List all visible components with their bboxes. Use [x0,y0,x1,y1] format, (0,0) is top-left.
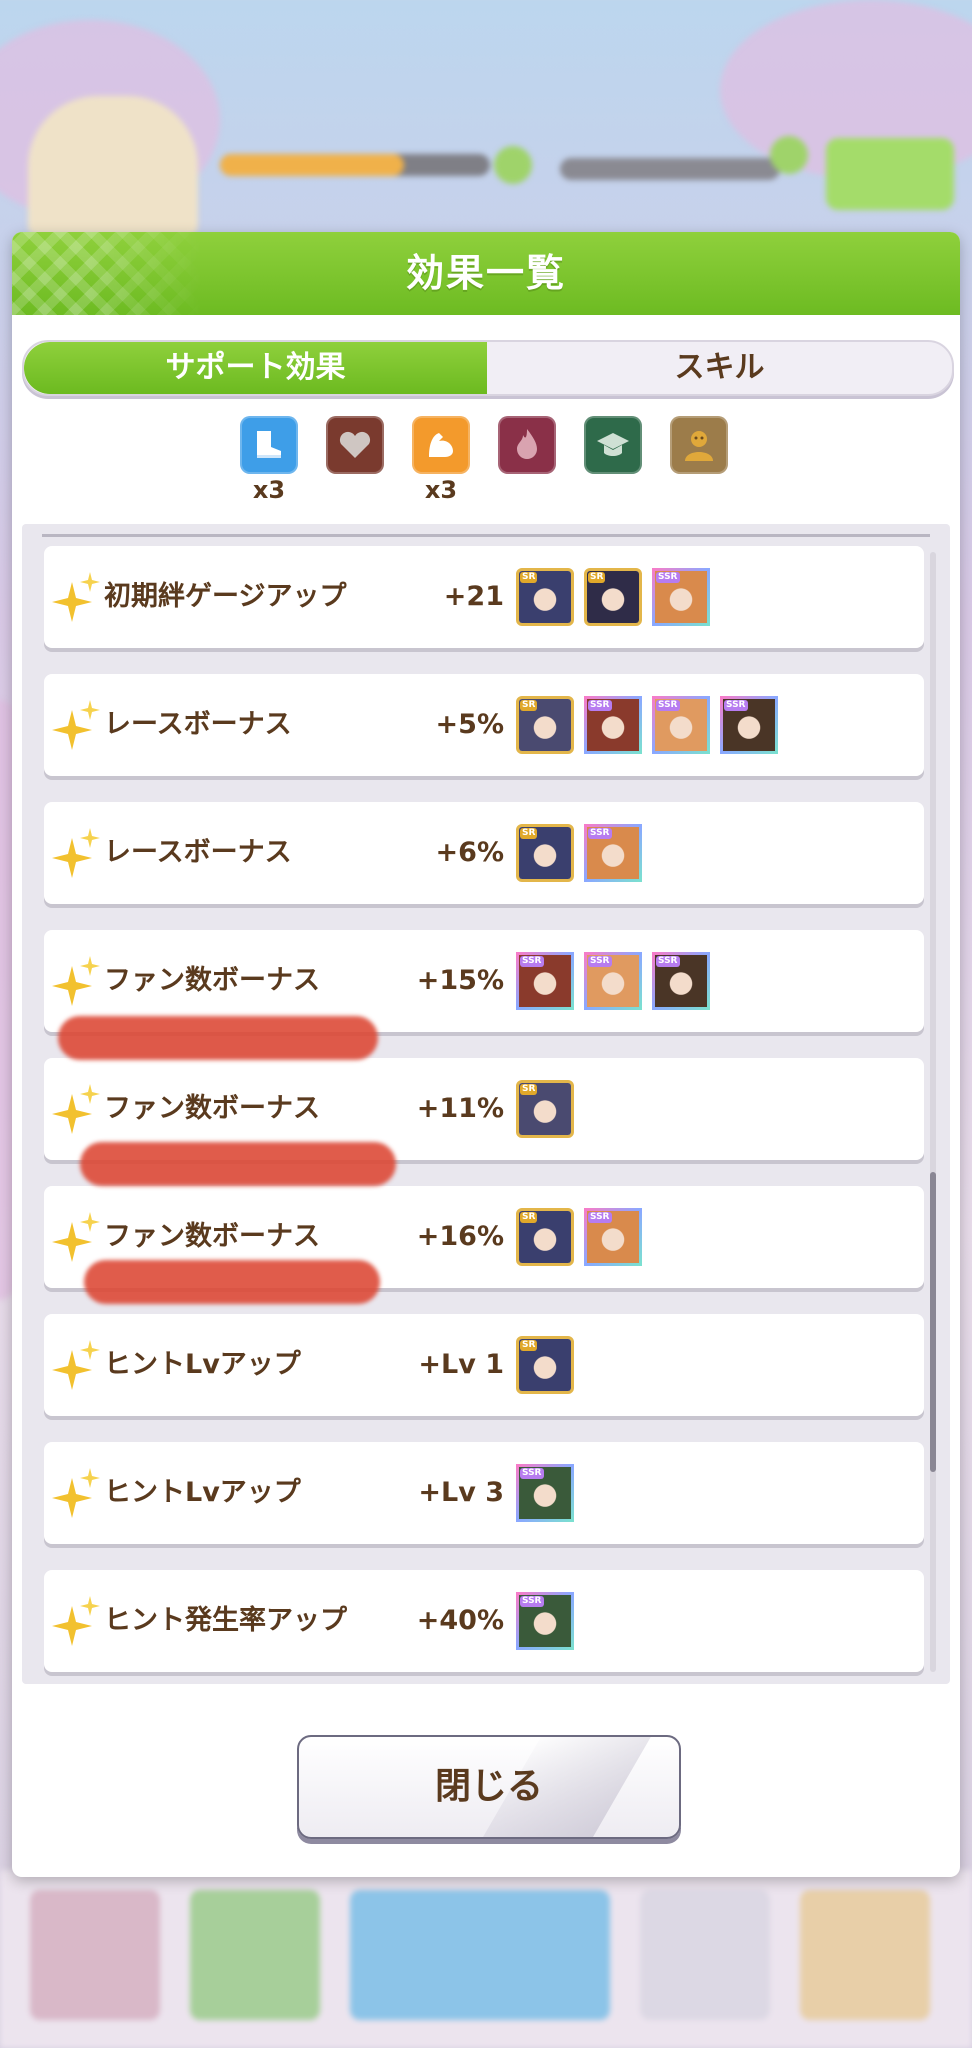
background-status-bar [210,118,830,198]
support-card-thumbnail[interactable]: SSR [584,952,642,1010]
rarity-badge: SSR [588,828,612,839]
effect-name: 初期絆ゲージアップ [104,581,347,612]
sparkle-icon [52,1084,102,1134]
type-filter-button[interactable] [498,416,556,474]
sparkle-icon [52,700,102,750]
tab-support-effects[interactable]: サポート効果 [24,342,487,394]
effect-value: +16% [416,1221,504,1252]
background-bottom-nav [0,1870,972,2048]
sparkle-icon [52,1468,102,1518]
support-card-thumbnail[interactable]: SR [516,568,574,626]
scrollbar[interactable] [930,552,936,1672]
rarity-badge: SSR [588,956,612,967]
effect-row[interactable]: ヒントLvアップ +Lv 3 SSR [44,1442,924,1544]
tab-bar: サポート効果 スキル [22,340,954,396]
effects-dialog: 効果一覧 サポート効果 スキル x3 x3 初期絆ゲージアップ +21 SR SR SSR… [12,232,960,1877]
rarity-badge: SSR [656,956,680,967]
effect-name: レースボーナス [104,709,292,740]
type-filter-button[interactable] [240,416,298,474]
sparkle-icon [52,572,102,622]
heart-icon [335,425,375,465]
rarity-badge: SSR [520,1468,544,1479]
close-button[interactable]: 閉じる [297,1735,681,1839]
support-card-thumbnail[interactable]: SSR [584,1208,642,1266]
tab-skills[interactable]: スキル [487,342,952,394]
redaction-mark [84,1260,380,1304]
close-button-label: 閉じる [434,1766,543,1807]
rarity-badge: SSR [724,700,748,711]
rarity-badge: SSR [656,572,680,583]
effect-value: +Lv 1 [418,1349,504,1380]
rarity-badge: SSR [520,956,544,967]
effect-name: ヒントLvアップ [104,1477,301,1508]
support-card-thumbnail[interactable]: SSR [652,696,710,754]
support-card-thumbnail[interactable]: SSR [584,824,642,882]
dialog-title: 効果一覧 [405,251,566,295]
scrollbar-thumb[interactable] [930,1172,936,1472]
effect-value: +11% [416,1093,504,1124]
effect-row[interactable]: 初期絆ゲージアップ +21 SR SR SSR [44,546,924,648]
rarity-badge: SR [520,828,538,839]
effect-value: +40% [416,1605,504,1636]
support-card-thumbnail[interactable]: SR [516,824,574,882]
sparkle-icon [52,1340,102,1390]
effect-row[interactable]: ヒントLvアップ +Lv 1 SR [44,1314,924,1416]
rarity-badge: SSR [520,1596,544,1607]
type-filter-button[interactable] [326,416,384,474]
support-card-thumbnail[interactable]: SSR [652,952,710,1010]
list-divider [42,534,930,537]
effect-name: レースボーナス [104,837,292,868]
support-card-thumbnail[interactable]: SR [516,1208,574,1266]
effect-row[interactable]: レースボーナス +6% SR SSR [44,802,924,904]
effect-name: ヒント発生率アップ [104,1605,347,1636]
type-filter-count: x3 [424,476,458,504]
rarity-badge: SR [520,1212,538,1223]
friend-face-icon [679,425,719,465]
type-filter-button[interactable] [584,416,642,474]
support-card-thumbnail[interactable]: SSR [584,696,642,754]
rarity-badge: SR [520,572,538,583]
support-card-thumbnail[interactable]: SR [516,1080,574,1138]
rarity-badge: SSR [588,700,612,711]
shoe-icon [249,425,289,465]
support-card-thumbnail[interactable]: SR [584,568,642,626]
dialog-header: 効果一覧 [12,232,960,315]
sparkle-icon [52,1212,102,1262]
redaction-mark [80,1142,396,1186]
sparkle-icon [52,956,102,1006]
type-filter-count: x3 [252,476,286,504]
flame-icon [507,425,547,465]
type-filter-button[interactable] [412,416,470,474]
rarity-badge: SR [588,572,606,583]
rarity-badge: SR [520,1084,538,1095]
rarity-badge: SR [520,1340,538,1351]
support-card-thumbnail[interactable]: SSR [516,952,574,1010]
effects-list[interactable]: 初期絆ゲージアップ +21 SR SR SSR レースボーナス +5% SR SSR SSR SSR… [22,524,950,1684]
graduation-cap-icon [593,425,633,465]
support-card-thumbnail[interactable]: SSR [652,568,710,626]
muscle-arm-icon [421,425,461,465]
effect-value: +15% [416,965,504,996]
support-card-thumbnail[interactable]: SSR [516,1464,574,1522]
effect-row[interactable]: レースボーナス +5% SR SSR SSR SSR [44,674,924,776]
rarity-badge: SSR [656,700,680,711]
effect-row[interactable]: ヒント発生率アップ +40% SSR [44,1570,924,1672]
effect-value: +21 [443,581,504,612]
type-filter-button[interactable] [670,416,728,474]
support-card-thumbnail[interactable]: SR [516,696,574,754]
redaction-mark [58,1016,378,1060]
rarity-badge: SR [520,700,538,711]
effect-value: +6% [435,837,504,868]
sparkle-icon [52,828,102,878]
support-card-thumbnail[interactable]: SR [516,1336,574,1394]
background-menu-button [826,138,954,210]
effect-value: +Lv 3 [418,1477,504,1508]
sparkle-icon [52,1596,102,1646]
background-building [28,96,198,236]
effect-value: +5% [435,709,504,740]
support-card-thumbnail[interactable]: SSR [516,1592,574,1650]
support-card-thumbnail[interactable]: SSR [720,696,778,754]
rarity-badge: SSR [588,1212,612,1223]
effect-name: ヒントLvアップ [104,1349,301,1380]
